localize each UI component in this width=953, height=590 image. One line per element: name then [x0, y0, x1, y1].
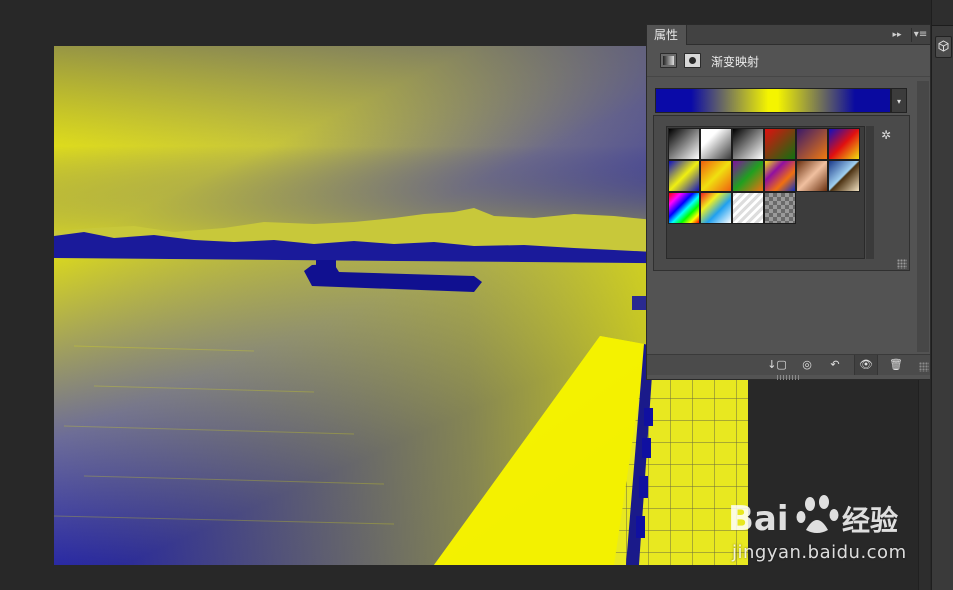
adjustment-title: 渐变映射 [711, 55, 760, 69]
gradient-preset-transparent-stripes[interactable] [732, 192, 764, 224]
reset-defaults-button[interactable]: ↶ [823, 355, 847, 375]
image-canvas[interactable] [54, 46, 748, 565]
watermark-url: jingyan.baidu.com [732, 542, 907, 563]
gradient-preset-orange-yellow-orange[interactable] [700, 160, 732, 192]
gradient-preset-foreground-background[interactable] [668, 128, 700, 160]
properties-panel: 属性 ▸▸ ▾≡ 渐变映射 ▾ ✲ ↓▢ ◎ ↶ 👁 🗑 [646, 24, 931, 380]
3d-cube-icon[interactable] [935, 36, 952, 58]
gradient-preset-violet-green-orange[interactable] [732, 160, 764, 192]
preset-grid [668, 128, 864, 224]
gradient-map-icon[interactable] [660, 53, 677, 68]
adjustment-header: 渐变映射 [647, 45, 930, 77]
gradient-preset-violet-orange[interactable] [796, 128, 828, 160]
picker-scrollbar[interactable] [866, 126, 874, 259]
watermark-brand: Bai [728, 499, 789, 539]
gradient-preset-foreground-transparent[interactable] [700, 128, 732, 160]
picker-resize-grip[interactable] [897, 259, 907, 269]
collapse-panel-icon[interactable]: ▸▸ [890, 28, 904, 42]
panel-corner-grip[interactable] [919, 362, 929, 372]
gradient-preset-blue-red-yellow[interactable] [828, 128, 860, 160]
right-dock [931, 0, 953, 590]
gradient-preset-red-green[interactable] [764, 128, 796, 160]
gear-icon[interactable]: ✲ [881, 128, 891, 142]
gradient-preset-spectrum[interactable] [668, 192, 700, 224]
panel-footer: ↓▢ ◎ ↶ 👁 🗑 [647, 354, 930, 375]
gradient-preset-black-white[interactable] [732, 128, 764, 160]
panel-bottom-grip[interactable] [777, 375, 799, 380]
view-previous-state-button[interactable]: ◎ [795, 355, 819, 375]
layer-mask-icon[interactable] [684, 53, 701, 68]
gradient-preset-yellow-violet-orange-blue[interactable] [764, 160, 796, 192]
clip-to-layer-button[interactable]: ↓▢ [765, 355, 789, 375]
gradient-dropdown-button[interactable]: ▾ [891, 88, 907, 113]
gradient-preset-copper[interactable] [796, 160, 828, 192]
panel-menu-icon[interactable]: ▾≡ [911, 28, 929, 42]
gradient-preview[interactable] [655, 88, 891, 113]
gradient-preset-blue-yellow-blue[interactable] [668, 160, 700, 192]
gradient-preset-checker-transparent[interactable] [764, 192, 796, 224]
gradient-preset-chrome[interactable] [828, 160, 860, 192]
watermark-brand-cn: 经验 [842, 504, 898, 537]
delete-adjustment-button[interactable]: 🗑 [884, 355, 908, 375]
panel-tab-bar: 属性 ▸▸ ▾≡ [647, 25, 930, 45]
preset-well [666, 126, 865, 259]
baidu-watermark: Bai 经验 jingyan.baidu.com [728, 486, 913, 576]
gradient-picker: ✲ [653, 115, 910, 271]
baidu-logo: Bai 经验 [728, 495, 898, 539]
toggle-visibility-button[interactable]: 👁 [854, 355, 878, 375]
paw-icon [796, 495, 839, 533]
tab-properties[interactable]: 属性 [647, 25, 687, 45]
panel-scrollbar[interactable] [917, 81, 929, 352]
gradient-preset-transparent-rainbow[interactable] [700, 192, 732, 224]
dock-grip[interactable] [932, 0, 953, 26]
